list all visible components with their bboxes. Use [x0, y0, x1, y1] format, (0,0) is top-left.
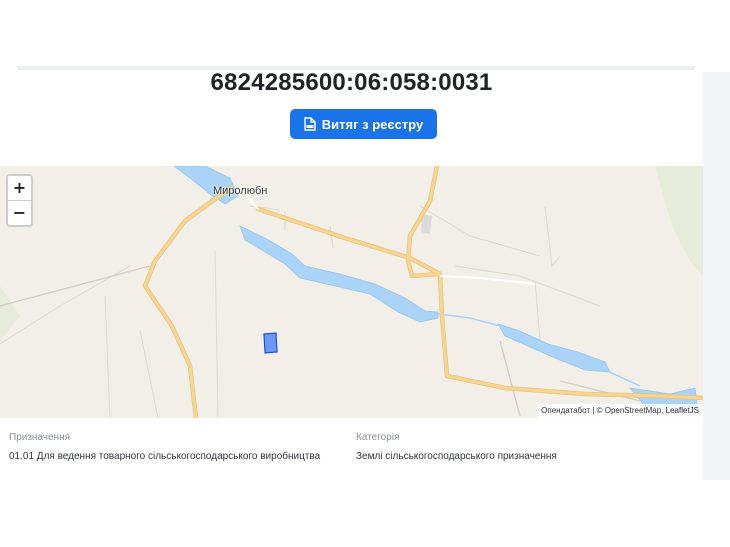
- cadastral-number: 6824285600:06:058:0031: [210, 69, 493, 96]
- parcel-polygon[interactable]: [263, 332, 278, 354]
- zoom-out-button[interactable]: −: [8, 200, 31, 225]
- pdf-file-icon: [304, 117, 316, 131]
- zoom-control: + −: [6, 174, 33, 227]
- purpose-label: Призначення: [9, 432, 71, 443]
- category-label: Категорія: [356, 432, 400, 443]
- purpose-block: Призначення 01.01 Для ведення товарного …: [9, 432, 320, 462]
- category-block: Категорія Землі сільськогосподарського п…: [356, 432, 557, 462]
- zoom-in-button[interactable]: +: [8, 176, 31, 200]
- map-attribution[interactable]: Опендатабот | © OpenStreetMap, LeafletJS: [537, 404, 703, 418]
- extract-button[interactable]: Витяг з реєстру: [290, 109, 437, 139]
- right-sidebar: [703, 72, 730, 480]
- map-place-label: Миролюбн: [213, 185, 268, 197]
- map-tiles: [0, 166, 703, 418]
- parcel-map[interactable]: + − Миролюбн Опендатабот | © OpenStreetM…: [0, 166, 703, 418]
- category-value: Землі сільськогосподарського призначення: [356, 451, 557, 462]
- purpose-value: 01.01 Для ведення товарного сільськогосп…: [9, 451, 321, 462]
- extract-button-label: Витяг з реєстру: [321, 116, 424, 132]
- parcel-header: 6824285600:06:058:0031 Витяг з реєстру: [0, 69, 703, 160]
